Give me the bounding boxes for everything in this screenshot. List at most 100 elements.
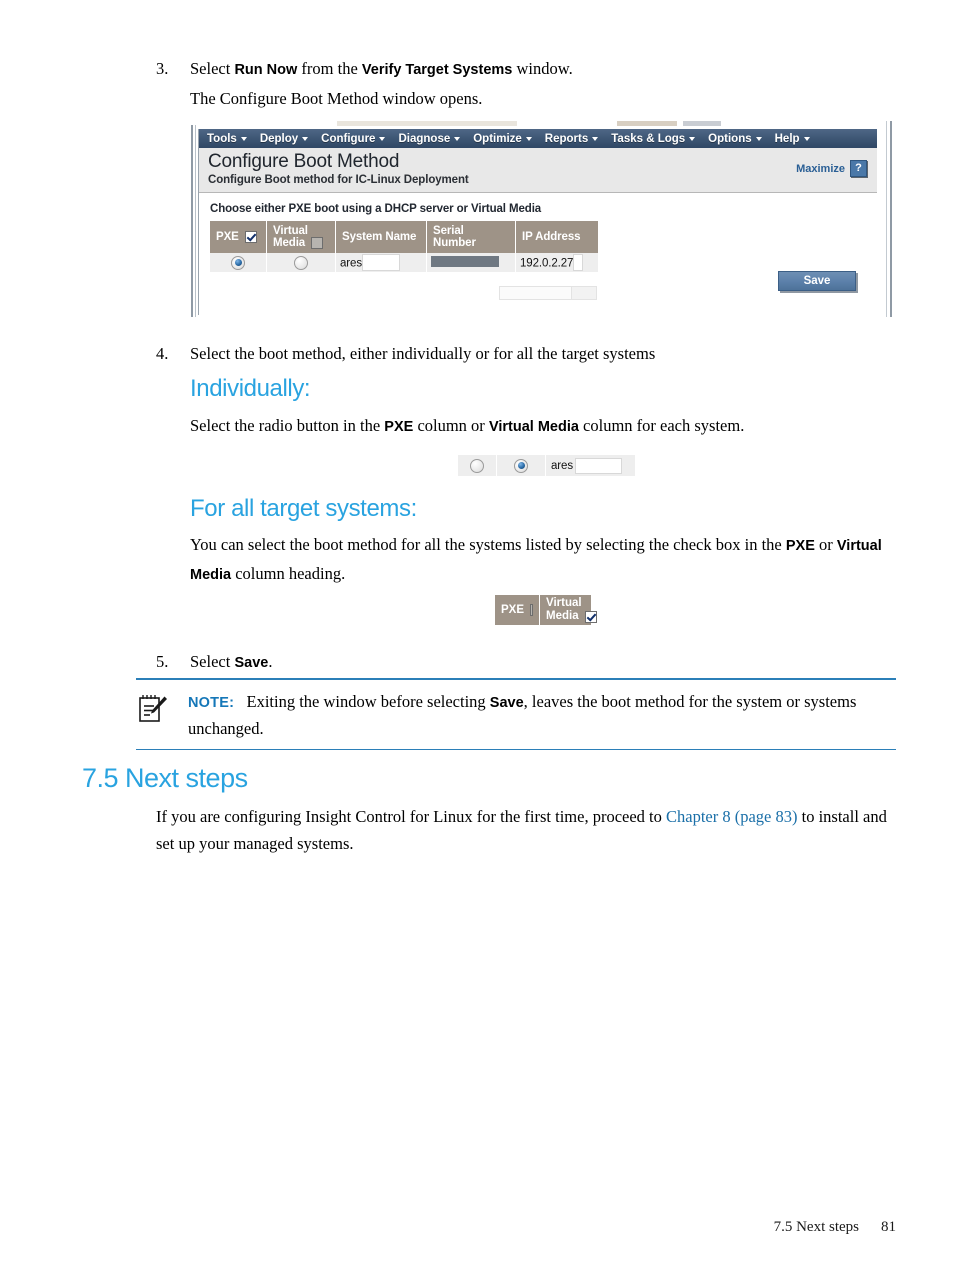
menu-item-configure[interactable]: Configure — [321, 132, 386, 145]
pxe-select-all-checkbox[interactable] — [244, 231, 257, 243]
menu-item-optimize-label: Optimize — [473, 132, 522, 145]
column-header-pxe[interactable]: PXE — [210, 221, 267, 253]
step-3-line-2: The Configure Boot Method window opens. — [190, 89, 483, 108]
step-3-text-post: window. — [512, 59, 573, 78]
menu-bar: Tools Deploy Configure Diagnose Optimize… — [199, 129, 877, 148]
step-5-text-pre: Select — [190, 652, 235, 671]
virtual-media-select-all-checkbox[interactable] — [311, 237, 324, 249]
footer-page-number: 81 — [881, 1219, 896, 1235]
maximize-controls: Maximize ? — [796, 160, 867, 177]
step-4-number: 4. — [156, 344, 169, 363]
step-4: 4. Select the boot method, either indivi… — [156, 340, 896, 367]
chapter-8-link[interactable]: Chapter 8 (page 83) — [666, 807, 798, 826]
note-text: NOTE: Exiting the window before selectin… — [188, 689, 896, 742]
menu-item-tasks-and-logs[interactable]: Tasks & Logs — [611, 133, 696, 145]
chevron-down-icon — [755, 136, 762, 141]
step-3-body: Select Run Now from the Verify Target Sy… — [190, 55, 896, 112]
page-subtitle: Configure Boot method for IC-Linux Deplo… — [208, 174, 469, 186]
configure-boot-method-screenshot: Tools Deploy Configure Diagnose Optimize… — [191, 121, 892, 317]
page-footer: 7.5 Next steps 81 — [0, 1219, 954, 1236]
menu-item-help[interactable]: Help — [775, 133, 810, 145]
chevron-down-icon — [454, 136, 461, 141]
all-target-systems-bold-pxe: PXE — [785, 538, 815, 554]
heading-for-all-target-systems: For all target systems: — [190, 495, 417, 522]
all-target-systems-text-post: column heading. — [231, 564, 346, 583]
column-header-virtual-media[interactable]: Virtual Media — [266, 221, 336, 253]
system-name-value: ares — [340, 256, 362, 269]
cell-virtual-media-radio[interactable] — [266, 253, 336, 272]
menu-item-optimize[interactable]: Optimize — [473, 133, 532, 145]
figure-system-name-input[interactable] — [574, 457, 622, 474]
chevron-down-icon — [803, 136, 810, 141]
figure-header-pxe-label: PXE — [501, 604, 525, 616]
top-strip-segment-c — [683, 121, 721, 126]
help-icon[interactable]: ? — [850, 160, 867, 177]
menu-item-help-label: Help — [774, 132, 800, 145]
chevron-down-icon — [240, 136, 247, 141]
all-target-systems-text-mid: or — [814, 535, 837, 554]
menu-item-diagnose[interactable]: Diagnose — [398, 133, 461, 145]
figure-header-virtual-media-label-2: Media — [546, 610, 579, 622]
cell-serial-number — [426, 253, 516, 272]
individually-bold-virtual-media: Virtual Media — [488, 419, 579, 435]
figure-pxe-select-all-checkbox[interactable] — [530, 604, 533, 616]
all-target-systems-body: You can select the boot method for all t… — [190, 531, 890, 589]
column-header-ip-address[interactable]: IP Address — [515, 221, 599, 253]
step-5-bold-save: Save — [234, 655, 269, 671]
ip-address-input[interactable] — [573, 254, 584, 272]
window-frame-right-inner — [886, 121, 887, 317]
chevron-down-icon — [592, 136, 599, 141]
column-header-serial-number[interactable]: Serial Number — [426, 221, 516, 253]
step-5-text-post: . — [268, 652, 273, 671]
figure-cell-pxe[interactable] — [458, 455, 497, 476]
table-row: ares 192.0.2.27 — [210, 253, 599, 272]
menu-item-tools[interactable]: Tools — [207, 133, 247, 145]
note-icon — [136, 689, 188, 742]
figure-individually-radio-row: ares — [458, 455, 636, 476]
document-page: 3. Select Run Now from the Verify Target… — [0, 0, 954, 1271]
window-frame-left-inner — [195, 125, 196, 317]
instruction-text: Choose either PXE boot using a DHCP serv… — [210, 203, 542, 215]
menu-item-reports[interactable]: Reports — [545, 133, 599, 145]
section-heading: 7.5 Next steps — [82, 763, 248, 793]
boot-method-table: PXE Virtual Media System Name Serial Num… — [210, 221, 599, 272]
step-5: 5. Select Save. — [156, 648, 896, 677]
window-frame-left — [191, 125, 193, 317]
menu-item-options-label: Options — [708, 132, 752, 145]
figure-cell-virtual-media[interactable] — [497, 455, 546, 476]
figure-select-all-headers: PXE Virtual Media — [495, 595, 597, 625]
top-strip-segment-b — [617, 121, 677, 126]
partial-widget-a — [499, 286, 573, 300]
system-name-input[interactable] — [361, 254, 400, 272]
column-header-system-name[interactable]: System Name — [335, 221, 427, 253]
menu-item-options[interactable]: Options — [708, 132, 762, 145]
column-header-virtual-media-label-2: Media — [273, 237, 306, 249]
menu-item-tools-label: Tools — [207, 132, 237, 145]
notepad-pencil-icon — [139, 694, 167, 722]
save-button[interactable]: Save — [778, 271, 856, 291]
menu-item-configure-label: Configure — [321, 132, 376, 145]
serial-number-redacted — [431, 255, 499, 267]
figure-header-pxe[interactable]: PXE — [495, 595, 540, 625]
step-3-bold-verify-target-systems: Verify Target Systems — [361, 62, 513, 78]
figure-virtual-media-radio-button[interactable] — [514, 458, 528, 473]
individually-text-post: column for each system. — [578, 416, 745, 435]
step-3-bold-run-now: Run Now — [234, 62, 298, 78]
note-rule-bottom — [136, 748, 896, 750]
maximize-link[interactable]: Maximize — [796, 163, 845, 175]
step-3-text-pre: Select — [190, 59, 235, 78]
figure-pxe-radio-button[interactable] — [470, 458, 484, 473]
figure-virtual-media-select-all-checkbox[interactable] — [584, 610, 597, 623]
note-bold-save: Save — [489, 694, 524, 711]
figure-header-virtual-media[interactable]: Virtual Media — [540, 595, 597, 625]
page-title: Configure Boot Method — [208, 151, 400, 172]
column-header-virtual-media-label-1: Virtual — [273, 225, 308, 237]
note-text-pre: Exiting the window before selecting — [246, 691, 490, 711]
virtual-media-radio-button[interactable] — [294, 255, 308, 270]
application-window: Tools Deploy Configure Diagnose Optimize… — [198, 129, 877, 315]
pxe-radio-button[interactable] — [231, 255, 245, 270]
cell-pxe-radio[interactable] — [210, 253, 267, 272]
window-top-strip — [197, 121, 884, 129]
menu-item-deploy-label: Deploy — [259, 132, 299, 145]
menu-item-deploy[interactable]: Deploy — [259, 132, 309, 145]
